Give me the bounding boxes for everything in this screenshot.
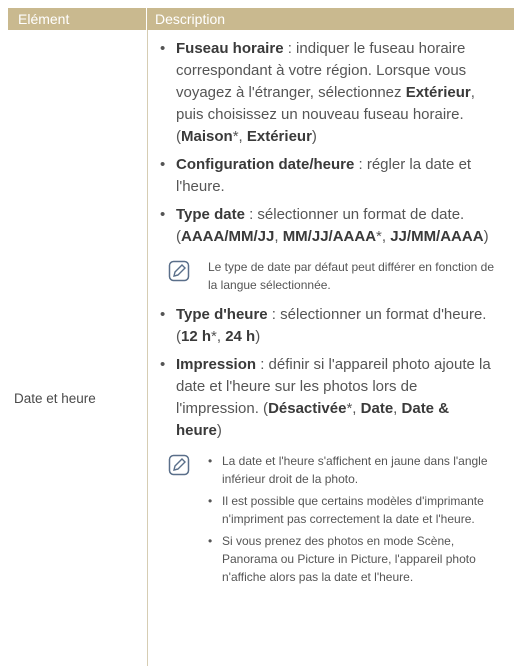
note-list: La date et l'heure s'affichent en jaune …: [208, 452, 498, 586]
note-box: Le type de date par défaut peut différer…: [168, 258, 498, 294]
list-item: Fuseau horaire : indiquer le fuseau hora…: [158, 38, 498, 148]
note-list-item: Il est possible que certains modèles d'i…: [208, 492, 498, 528]
header-element: Elément: [8, 8, 147, 30]
list-item: Type d'heure : sélectionner un format d'…: [158, 304, 498, 348]
note-pencil-icon: [168, 454, 190, 476]
note-list-item: Si vous prenez des photos en mode Scène,…: [208, 532, 498, 586]
list-item: Configuration date/heure : régler la dat…: [158, 154, 498, 198]
note-list-item: La date et l'heure s'affichent en jaune …: [208, 452, 498, 488]
note-pencil-icon: [168, 260, 190, 282]
header-description: Description: [155, 11, 226, 27]
note-text: Le type de date par défaut peut différer…: [208, 260, 494, 292]
table-header: Elément Description: [8, 8, 514, 30]
column-divider: [147, 30, 148, 666]
row-label: Date et heure: [14, 391, 96, 406]
note-box: La date et l'heure s'affichent en jaune …: [168, 452, 498, 586]
list-item: Impression : définir si l'appareil photo…: [158, 354, 498, 442]
description-column: Fuseau horaire : indiquer le fuseau hora…: [158, 38, 498, 596]
list-item: Type date : sélectionner un format de da…: [158, 204, 498, 248]
